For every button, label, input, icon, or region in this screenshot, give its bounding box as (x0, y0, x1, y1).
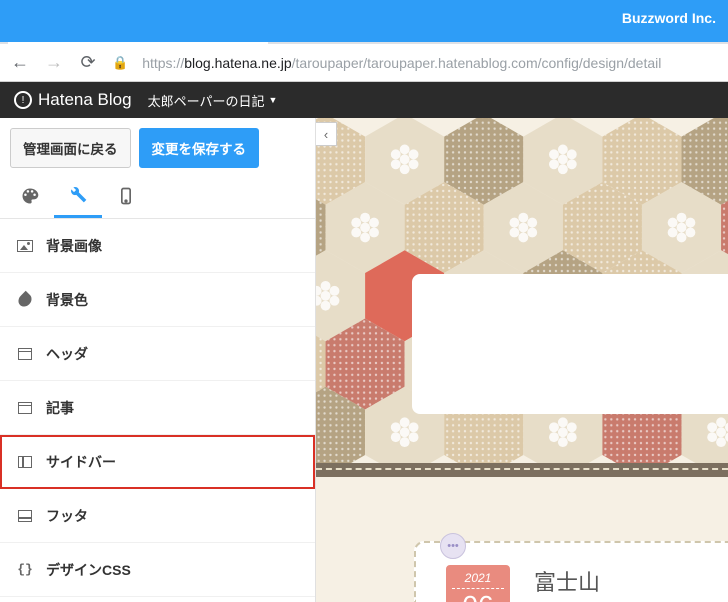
drop-icon (16, 293, 34, 307)
preview-title-box (412, 274, 728, 414)
hatena-logo[interactable]: ! Hatena Blog (14, 90, 132, 110)
blog-preview: ‹ (316, 118, 728, 602)
customize-menu: 背景画像 背景色 ヘッダ 記事 サイドバー フッタ (0, 219, 315, 602)
menu-article[interactable]: 記事 (0, 381, 315, 435)
design-mode-tabs (0, 178, 315, 219)
palette-icon (20, 186, 40, 211)
save-button[interactable]: 変更を保存する (139, 128, 260, 168)
tab-mobile[interactable] (102, 178, 150, 218)
post-date-badge: 2021 06 11 (446, 565, 510, 602)
design-sidebar: 管理画面に戻る 変更を保存する 背景画像 背景色 (0, 118, 316, 602)
stitch-divider (316, 463, 728, 477)
image-icon (16, 239, 34, 253)
menu-bgcolor[interactable]: 背景色 (0, 273, 315, 327)
clip-icon: ••• (440, 533, 466, 559)
caret-down-icon: ▼ (268, 95, 277, 105)
address-bar: ← → ⟳ 🔒 https://blog.hatena.ne.jp/taroup… (0, 44, 728, 82)
post-card: ••• 2021 06 11 富士山 何年か前になりますが、 ことがあります。 (414, 541, 728, 602)
menu-footer[interactable]: フッタ (0, 489, 315, 543)
tab-theme[interactable] (6, 178, 54, 218)
code-icon: {} (16, 563, 34, 577)
menu-header[interactable]: ヘッダ (0, 327, 315, 381)
menu-css[interactable]: {} デザインCSS (0, 543, 315, 597)
lock-icon: 🔒 (112, 55, 128, 71)
menu-bgimage[interactable]: 背景画像 (0, 219, 315, 273)
back-to-admin-button[interactable]: 管理画面に戻る (10, 128, 131, 168)
footer-icon (16, 509, 34, 523)
blog-selector[interactable]: 太郎ペーパーの日記 ▼ (148, 91, 278, 110)
brand-label: Buzzword Inc. (622, 10, 716, 26)
article-icon (16, 401, 34, 415)
collapse-sidebar-button[interactable]: ‹ (316, 122, 337, 146)
reload-icon[interactable]: ⟳ (78, 52, 98, 73)
preview-header-bg (316, 118, 728, 474)
url-display[interactable]: https://blog.hatena.ne.jp/taroupaper/tar… (142, 55, 661, 71)
back-icon[interactable]: ← (10, 52, 30, 73)
hatena-logo-icon: ! (14, 91, 32, 109)
wrench-icon (68, 184, 88, 209)
window-titlebar: Buzzword Inc. (0, 0, 728, 42)
post-title[interactable]: 富士山 (534, 565, 718, 597)
phone-icon (116, 186, 136, 211)
menu-sidebar[interactable]: サイドバー (0, 435, 315, 489)
header-icon (16, 347, 34, 361)
forward-icon: → (44, 52, 64, 73)
sidebar-icon (16, 455, 34, 469)
preview-body: ••• 2021 06 11 富士山 何年か前になりますが、 ことがあります。 (316, 477, 728, 602)
tab-customize[interactable] (54, 178, 102, 218)
hatena-header: ! Hatena Blog 太郎ペーパーの日記 ▼ (0, 82, 728, 118)
